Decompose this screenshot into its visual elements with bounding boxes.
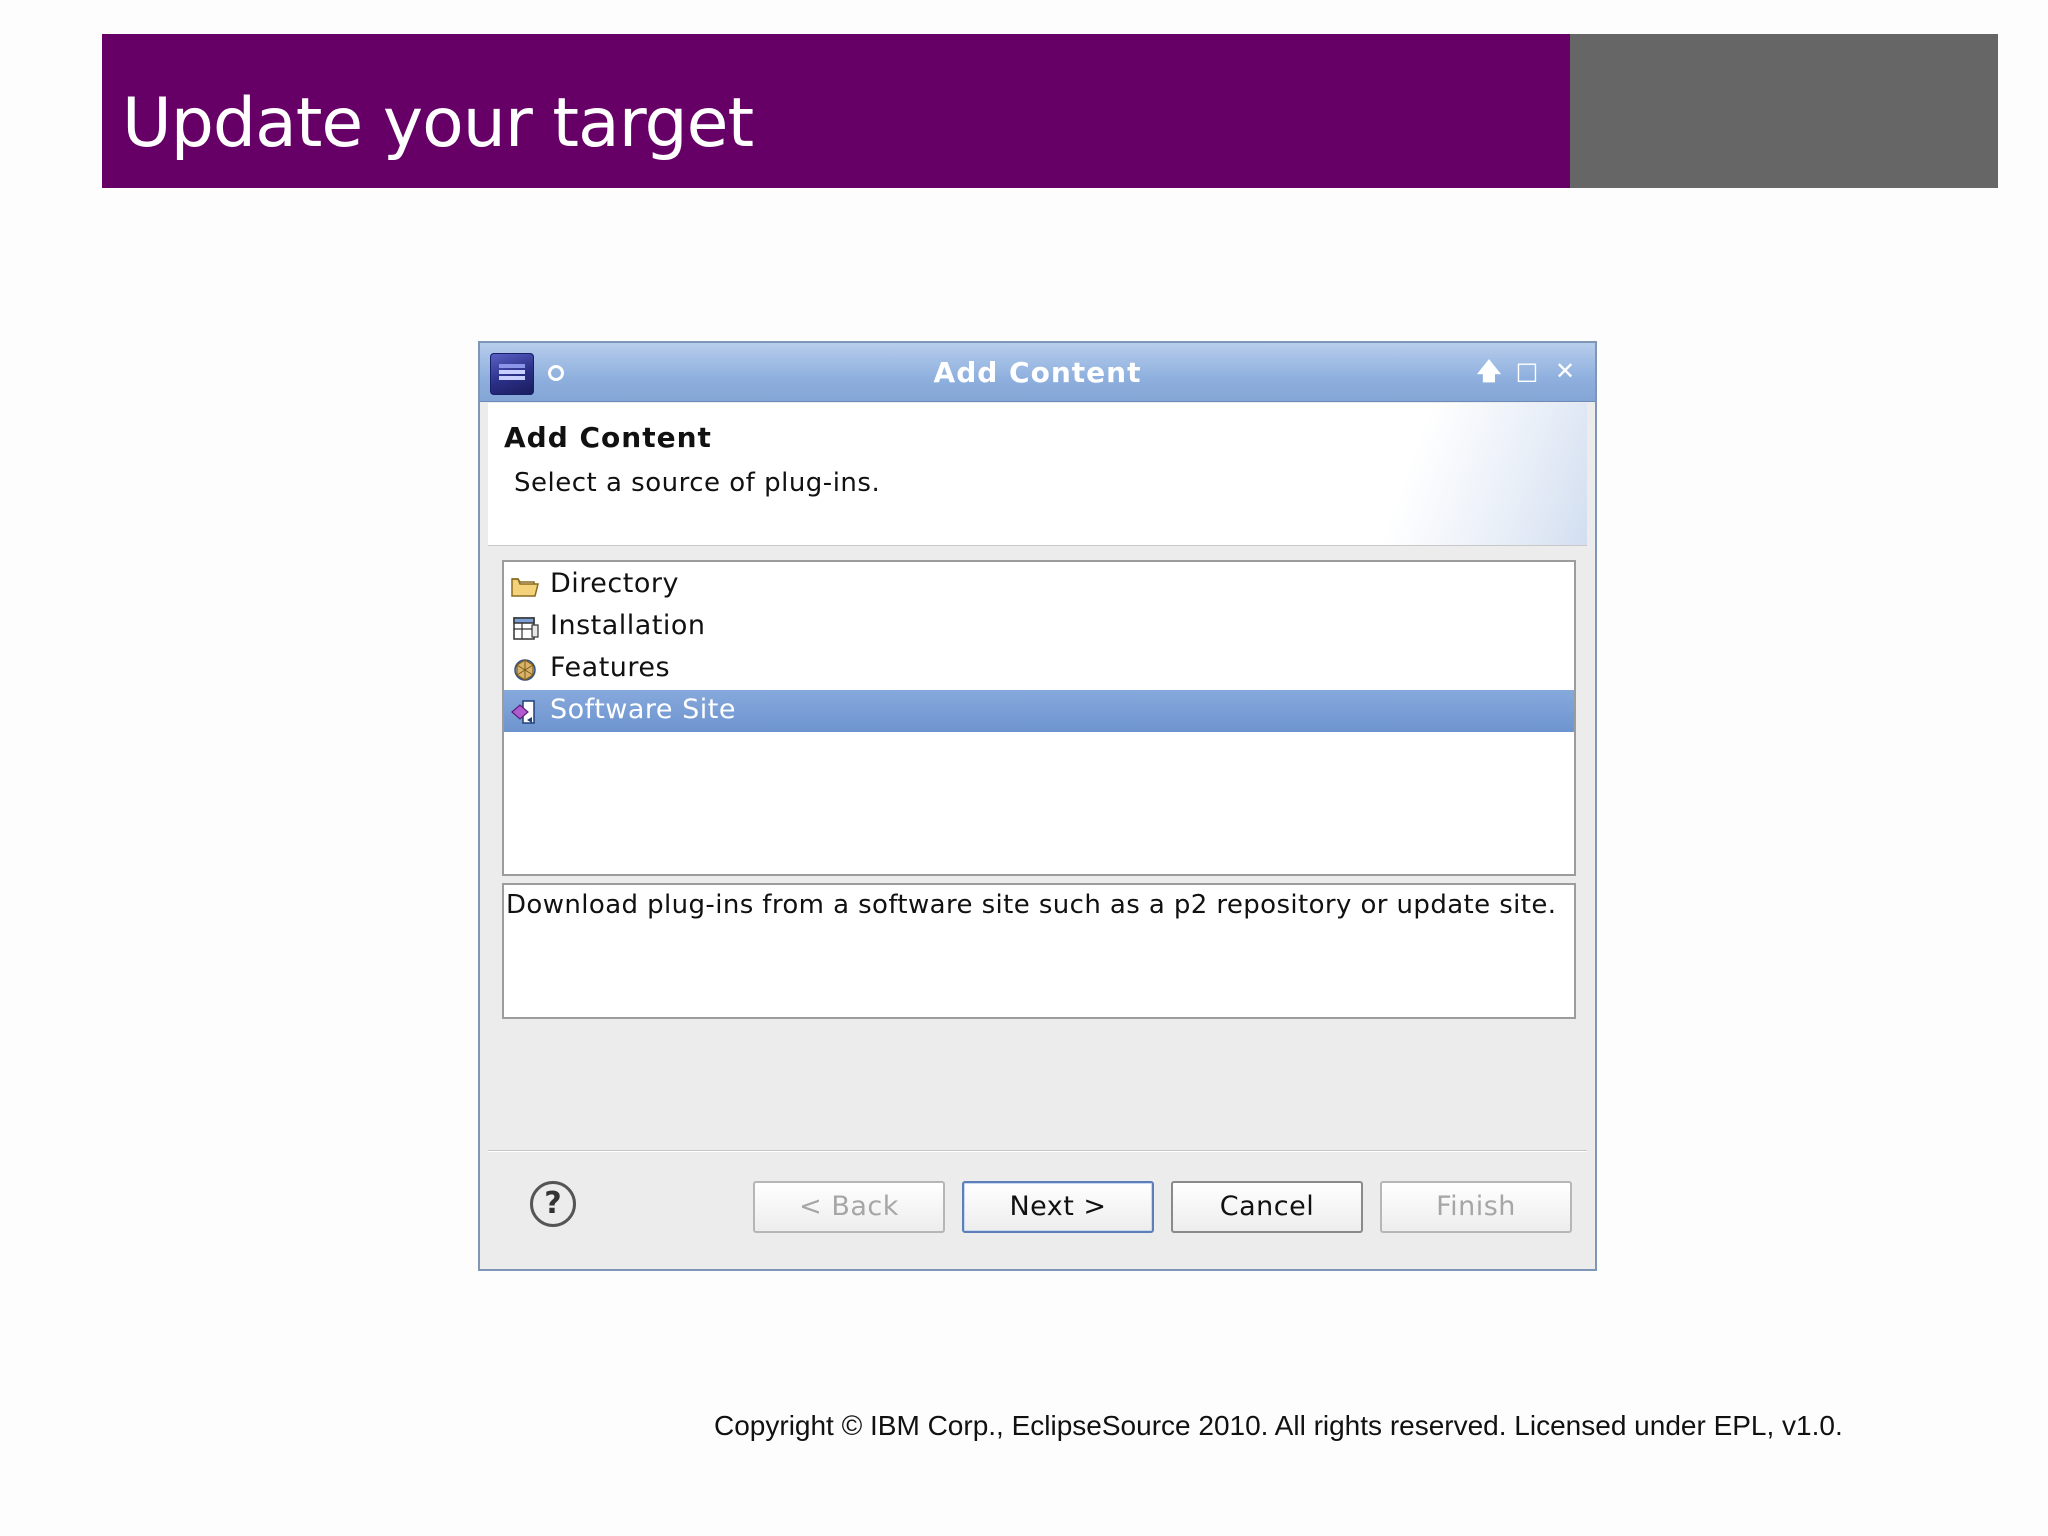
copyright-footer: Copyright © IBM Corp., EclipseSource 201…: [714, 1410, 1843, 1441]
list-item-software-site[interactable]: Software Site: [504, 690, 1574, 732]
list-item-installation[interactable]: Installation: [504, 606, 1574, 648]
source-description-box: Download plug-ins from a software site s…: [502, 883, 1576, 1019]
back-button[interactable]: < Back: [753, 1181, 945, 1233]
software-site-icon: [511, 700, 535, 724]
help-icon[interactable]: ?: [530, 1181, 576, 1227]
slide-title: Update your target: [122, 84, 754, 163]
add-content-dialog: Add Content 🡅 □ ✕ Add Content Select a s…: [478, 341, 1597, 1271]
source-list[interactable]: Directory Installation Features Software…: [502, 560, 1576, 876]
cancel-button[interactable]: Cancel: [1171, 1181, 1363, 1233]
button-bar-separator: [488, 1150, 1587, 1152]
list-item-directory[interactable]: Directory: [504, 564, 1574, 606]
wizard-page-title: Add Content: [504, 421, 712, 454]
installation-icon: [513, 617, 539, 640]
window-title: Add Content: [933, 356, 1142, 389]
folder-icon: [511, 578, 539, 597]
list-item-features[interactable]: Features: [504, 648, 1574, 690]
features-icon: [514, 659, 536, 681]
maximize-icon[interactable]: □: [1513, 357, 1541, 385]
slide-header: Update your target: [102, 34, 1998, 188]
list-item-label: Directory: [550, 568, 679, 599]
shade-arrow-icon[interactable]: 🡅: [1475, 357, 1503, 385]
wizard-page-description: Select a source of plug-ins.: [514, 468, 881, 498]
header-gray-band: [1570, 34, 1998, 188]
wizard-banner: Add Content Select a source of plug-ins.: [488, 403, 1587, 546]
list-item-label: Installation: [550, 610, 706, 641]
list-item-label: Features: [550, 652, 671, 683]
next-button[interactable]: Next >: [962, 1181, 1154, 1233]
close-icon[interactable]: ✕: [1551, 357, 1579, 385]
dialog-titlebar[interactable]: Add Content 🡅 □ ✕: [480, 343, 1595, 402]
finish-button[interactable]: Finish: [1380, 1181, 1572, 1233]
list-item-label: Software Site: [550, 694, 736, 725]
